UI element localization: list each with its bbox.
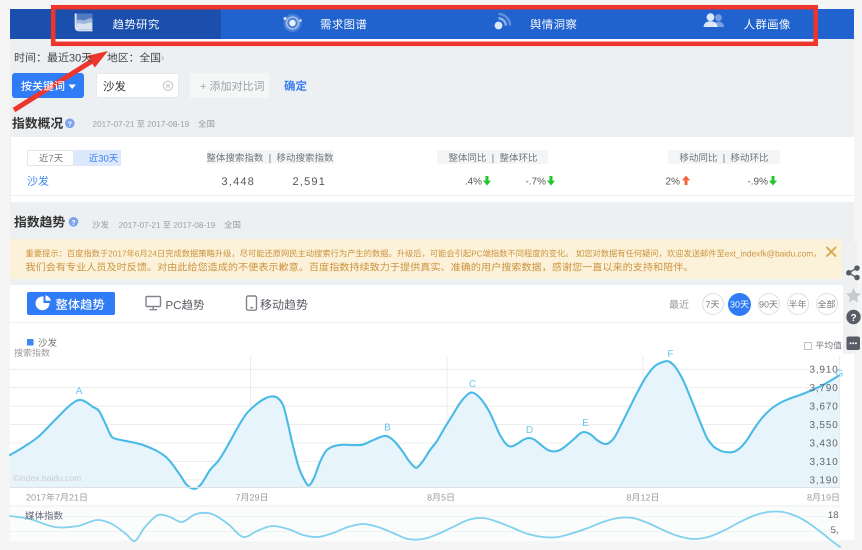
svg-text:?: ?	[68, 121, 72, 128]
svg-text:?: ?	[850, 313, 856, 324]
svg-text:?: ?	[71, 220, 75, 227]
